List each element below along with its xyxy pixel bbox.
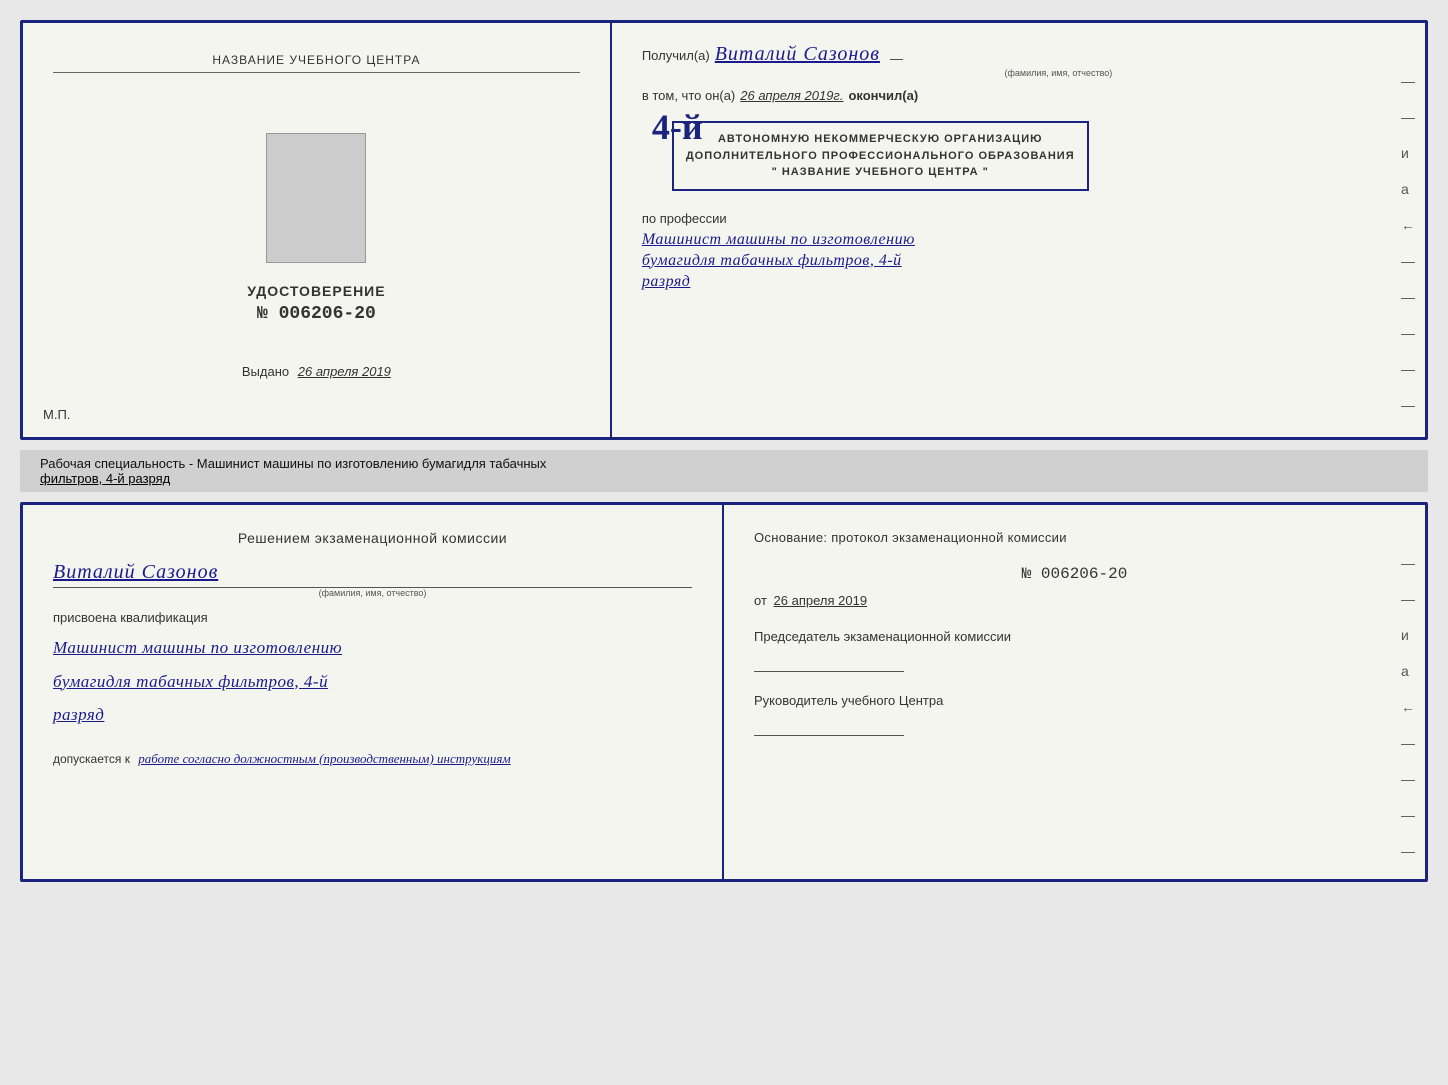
cert-mp: М.П. — [43, 407, 70, 422]
qual-section-title: Решением экзаменационной комиссии — [53, 530, 692, 546]
qual-person-name: Виталий Сазонов — [53, 561, 218, 584]
confirm-suffix: окончил(а) — [848, 88, 918, 103]
confirm-date: 26 апреля 2019г. — [740, 88, 843, 103]
allow-detail: работе согласно должностным (производств… — [138, 751, 510, 766]
profession-label: по профессии — [642, 211, 1395, 226]
issued-date: 26 апреля 2019 — [298, 364, 391, 379]
allow-text: допускается к работе согласно должностны… — [53, 751, 692, 767]
stamp-box: АВТОНОМНУЮ НЕКОММЕРЧЕСКУЮ ОРГАНИЗАЦИЮ ДО… — [672, 121, 1089, 191]
chairman-block: Председатель экзаменационной комиссии — [754, 628, 1395, 672]
basis-text: Основание: протокол экзаменационной коми… — [754, 530, 1395, 545]
recipient-subtitle: (фамилия, имя, отчество) — [722, 68, 1395, 78]
issued-label: Выдано — [242, 364, 289, 379]
annotation-text: Рабочая специальность - Машинист машины … — [40, 456, 546, 471]
qual-left: Решением экзаменационной комиссии Витали… — [23, 505, 724, 879]
org-line2: ДОПОЛНИТЕЛЬНОГО ПРОФЕССИОНАЛЬНОГО ОБРАЗО… — [686, 148, 1075, 165]
photo-placeholder — [266, 133, 366, 263]
qual-qualification-line3: разряд — [53, 700, 692, 731]
ot-prefix: от — [754, 593, 767, 608]
training-center-label: НАЗВАНИЕ УЧЕБНОГО ЦЕНТРА — [53, 53, 580, 73]
profession-handwritten-2: бумагидля табачных фильтров, 4-й — [642, 252, 1395, 270]
chairman-signature-line — [754, 671, 904, 672]
qual-name-subtitle: (фамилия, имя, отчество) — [53, 587, 692, 598]
qual-line1: Машинист машины по изготовлению — [53, 633, 692, 664]
cert-number: № 006206-20 — [257, 304, 376, 324]
cert-title: УДОСТОВЕРЕНИЕ — [247, 283, 385, 299]
recipient-line: Получил(а) Виталий Сазонов — — [642, 43, 1395, 66]
recipient-prefix: Получил(а) — [642, 48, 710, 63]
qualification-document: Решением экзаменационной комиссии Витали… — [20, 502, 1428, 882]
annotation-strip: Рабочая специальность - Машинист машины … — [20, 450, 1428, 492]
profession-line2: бумагидля табачных фильтров, 4-й — [642, 252, 902, 269]
chairman-label: Председатель экзаменационной комиссии — [754, 628, 1395, 646]
qual-right-dashes: — — и а ← — — — — — — [1401, 555, 1415, 882]
qual-person-name-line: Виталий Сазонов — [53, 561, 692, 584]
qual-right: Основание: протокол экзаменационной коми… — [724, 505, 1425, 879]
recipient-name: Виталий Сазонов — [715, 43, 880, 66]
assigned-text: присвоена квалификация — [53, 610, 692, 625]
qual-line3: разряд — [53, 700, 692, 731]
qual-line2: бумагидля табачных фильтров, 4-й — [53, 667, 692, 698]
profession-handwritten-1: Машинист машины по изготовлению — [642, 231, 1395, 249]
protocol-date: от 26 апреля 2019 — [754, 593, 1395, 608]
confirm-prefix: в том, что он(а) — [642, 88, 735, 103]
qual-qualification-line2: бумагидля табачных фильтров, 4-й — [53, 667, 692, 698]
org-line1: АВТОНОМНУЮ НЕКОММЕРЧЕСКУЮ ОРГАНИЗАЦИЮ — [686, 131, 1075, 148]
cert-right: Получил(а) Виталий Сазонов — (фамилия, и… — [612, 23, 1425, 437]
confirm-line: в том, что он(а) 26 апреля 2019г. окончи… — [642, 88, 1395, 103]
cert-left: НАЗВАНИЕ УЧЕБНОГО ЦЕНТРА УДОСТОВЕРЕНИЕ №… — [23, 23, 612, 437]
page-wrapper: НАЗВАНИЕ УЧЕБНОГО ЦЕНТРА УДОСТОВЕРЕНИЕ №… — [20, 20, 1428, 882]
director-signature-line — [754, 735, 904, 736]
profession-handwritten-3: разряд — [642, 273, 1395, 291]
certificate-document: НАЗВАНИЕ УЧЕБНОГО ЦЕНТРА УДОСТОВЕРЕНИЕ №… — [20, 20, 1428, 440]
stamp-area: 4-й АВТОНОМНУЮ НЕКОММЕРЧЕСКУЮ ОРГАНИЗАЦИ… — [642, 111, 1395, 201]
profession-line3: разряд — [642, 273, 691, 290]
allow-prefix: допускается к — [53, 752, 130, 766]
cert-issued-line: Выдано 26 апреля 2019 — [242, 364, 391, 379]
qual-qualification-line1: Машинист машины по изготовлению — [53, 633, 692, 664]
protocol-date-value: 26 апреля 2019 — [774, 593, 868, 608]
right-dashes: — — и а ← — — — — — — [1401, 73, 1415, 413]
director-label: Руководитель учебного Центра — [754, 692, 1395, 710]
org-line3: " НАЗВАНИЕ УЧЕБНОГО ЦЕНТРА " — [686, 164, 1075, 181]
annotation-underlined: фильтров, 4-й разряд — [40, 471, 170, 486]
protocol-number: № 006206-20 — [754, 565, 1395, 583]
profession-line1: Машинист машины по изготовлению — [642, 231, 915, 248]
